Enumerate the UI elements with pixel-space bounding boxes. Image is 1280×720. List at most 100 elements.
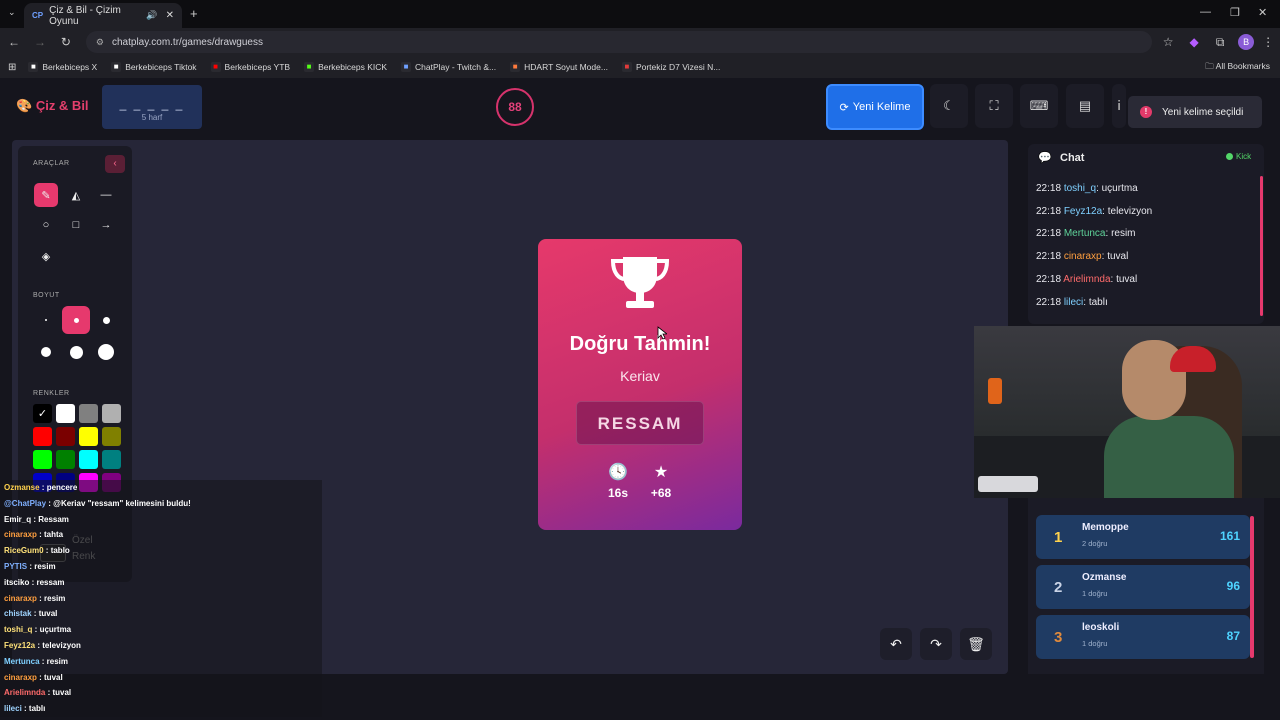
kick-icon: ■ — [304, 62, 315, 72]
stream-chat-user: chistak — [4, 609, 32, 619]
toast-text: Yeni kelime seçildi — [1162, 106, 1244, 118]
color-swatch[interactable] — [79, 427, 98, 446]
bookmark-label: ChatPlay - Twitch &... — [415, 62, 497, 72]
chat-time: 22:18 — [1036, 273, 1062, 285]
chat-message: 22:18 Feyz12a: televizyon — [1036, 206, 1152, 217]
keyboard-button[interactable]: ⌨ — [1020, 84, 1058, 128]
points-stat: ★ +68 — [636, 462, 686, 500]
forward-icon[interactable]: → — [28, 35, 52, 49]
dark-mode-button[interactable]: ☾ — [930, 84, 968, 128]
size-2-button[interactable] — [62, 306, 90, 334]
collapse-panel-button[interactable]: ‹ — [105, 155, 125, 173]
color-swatch[interactable] — [79, 404, 98, 423]
chat-time: 22:18 — [1036, 183, 1062, 194]
word-hint-box: _ _ _ _ _ 5 harf — [102, 85, 202, 129]
profile-avatar[interactable]: B — [1238, 34, 1255, 50]
circle-tool[interactable]: ○ — [34, 213, 58, 237]
stream-chat-user: Mertunca — [4, 656, 40, 666]
size-6-button[interactable] — [92, 338, 120, 366]
chat-user[interactable]: Feyz12a — [1064, 206, 1102, 217]
chevron-left-icon: ‹ — [113, 158, 117, 169]
speaker-icon[interactable]: 🔊 — [146, 10, 157, 21]
arrow-tool[interactable]: → — [94, 213, 118, 237]
tools-title: ARAÇLAR — [33, 160, 70, 167]
chat-user[interactable]: cinaraxp — [1064, 251, 1102, 262]
color-swatch[interactable] — [79, 450, 98, 469]
bookmark-item[interactable]: ■ Berkebiceps YTB — [210, 62, 290, 72]
bookmark-item[interactable]: ■ Berkebiceps X — [28, 62, 97, 72]
size-3-button[interactable] — [92, 306, 120, 334]
color-swatch[interactable] — [102, 450, 121, 469]
color-swatch[interactable] — [102, 427, 121, 446]
chat-scrollbar[interactable] — [1260, 176, 1263, 316]
live-dot-icon — [1226, 153, 1233, 160]
tab-list-icon[interactable]: ⌄ — [8, 7, 16, 18]
color-swatch[interactable] — [102, 404, 121, 423]
stream-chat-user: RiceGum0 — [4, 546, 44, 556]
new-tab-icon[interactable]: + — [190, 6, 198, 21]
size-1-button[interactable] — [32, 306, 60, 334]
back-icon[interactable]: ← — [2, 35, 26, 49]
eraser-tool[interactable]: ◭ — [64, 183, 88, 207]
url-field[interactable]: ⚙ chatplay.com.tr/games/drawguess — [85, 31, 1153, 53]
bookmark-item[interactable]: ■ Portekiz D7 Vizesi N... — [621, 62, 720, 72]
card-title: Doğru Tahmin! — [569, 333, 711, 355]
rectangle-tool[interactable]: □ — [64, 213, 88, 237]
color-swatch[interactable] — [56, 450, 75, 469]
stream-chat-text: tuval — [44, 672, 63, 682]
browser-tab[interactable]: CP Çiz & Bil - Çizim Oyunu 🔊 ✕ — [24, 3, 182, 28]
extensions-puzzle-icon[interactable]: ⧉ — [1208, 35, 1232, 50]
size-dot — [73, 317, 79, 323]
bookmark-item[interactable]: ■ HDART Soyut Mode... — [510, 62, 608, 72]
chat-user[interactable]: lileci — [1064, 297, 1083, 308]
redo-button[interactable]: ↷ — [920, 628, 952, 660]
stream-chat-user: PYTIS — [4, 561, 28, 571]
chat-user[interactable]: toshi_q — [1064, 183, 1096, 194]
fullscreen-button[interactable]: ⛶ — [975, 84, 1013, 128]
apps-grid-icon[interactable]: ⊞ — [8, 62, 16, 73]
color-swatch[interactable] — [33, 450, 52, 469]
bookmark-item[interactable]: ■ Berkebiceps KICK — [304, 62, 387, 72]
leaderboard-scrollbar[interactable] — [1250, 516, 1254, 658]
clear-canvas-button[interactable]: 🗑 — [960, 628, 992, 660]
color-swatch[interactable]: ✓ — [33, 404, 52, 423]
close-window-icon[interactable]: ✕ — [1258, 6, 1267, 19]
undo-button[interactable]: ↶ — [880, 628, 912, 660]
arrow-right-icon: → — [100, 219, 112, 231]
extension-icon[interactable]: ◆ — [1182, 35, 1206, 49]
menu-kebab-icon[interactable]: ⋮ — [1256, 35, 1280, 49]
stream-chat-sep: : — [36, 593, 45, 603]
size-4-button[interactable] — [32, 338, 60, 366]
archive-button[interactable]: ▤ — [1066, 84, 1104, 128]
new-word-button[interactable]: ⟳ Yeni Kelime — [826, 84, 924, 130]
color-swatch[interactable] — [56, 427, 75, 446]
color-swatch[interactable] — [33, 427, 52, 446]
brush-tool[interactable]: ✎ — [34, 183, 58, 207]
chat-user[interactable]: Mertunca — [1064, 228, 1106, 239]
reload-icon[interactable]: ↻ — [54, 35, 78, 49]
restore-icon[interactable]: ❐ — [1230, 6, 1240, 19]
stream-chat-overlay: Ozmanse : pencere @ChatPlay : @Keriav "re… — [0, 480, 322, 720]
bookmark-star-icon[interactable]: ☆ — [1156, 35, 1180, 49]
leader-correct-count: 1 doğru — [1082, 589, 1108, 598]
color-swatches: ✓ — [33, 404, 123, 469]
app-logo[interactable]: 🎨 Çiz & Bil — [16, 98, 89, 114]
line-tool[interactable]: — — [94, 183, 118, 207]
close-tab-icon[interactable]: ✕ — [166, 10, 174, 21]
info-button[interactable]: ⅰ — [1112, 84, 1126, 128]
all-bookmarks-label: All Bookmarks — [1215, 61, 1270, 71]
leader-rank: 1 — [1054, 529, 1063, 546]
stream-chat-line: Feyz12a : televizyon — [0, 637, 322, 654]
minimize-icon[interactable]: — — [1200, 6, 1211, 18]
color-swatch[interactable] — [56, 404, 75, 423]
bookmark-item[interactable]: ■ ChatPlay - Twitch &... — [401, 62, 496, 72]
fill-tool[interactable]: ◈ — [34, 244, 58, 268]
chat-user[interactable]: Arielimnda — [1063, 274, 1110, 285]
bookmark-item[interactable]: ■ Berkebiceps Tiktok — [111, 62, 197, 72]
stream-chat-user: Emir_q — [4, 514, 32, 524]
site-info-icon[interactable]: ⚙ — [96, 37, 104, 48]
size-5-button[interactable] — [62, 338, 90, 366]
stream-chat-text: resim — [44, 593, 66, 603]
stream-chat-user: Feyz12a — [4, 640, 36, 650]
all-bookmarks-button[interactable]: 🗀 All Bookmarks — [1205, 61, 1270, 75]
